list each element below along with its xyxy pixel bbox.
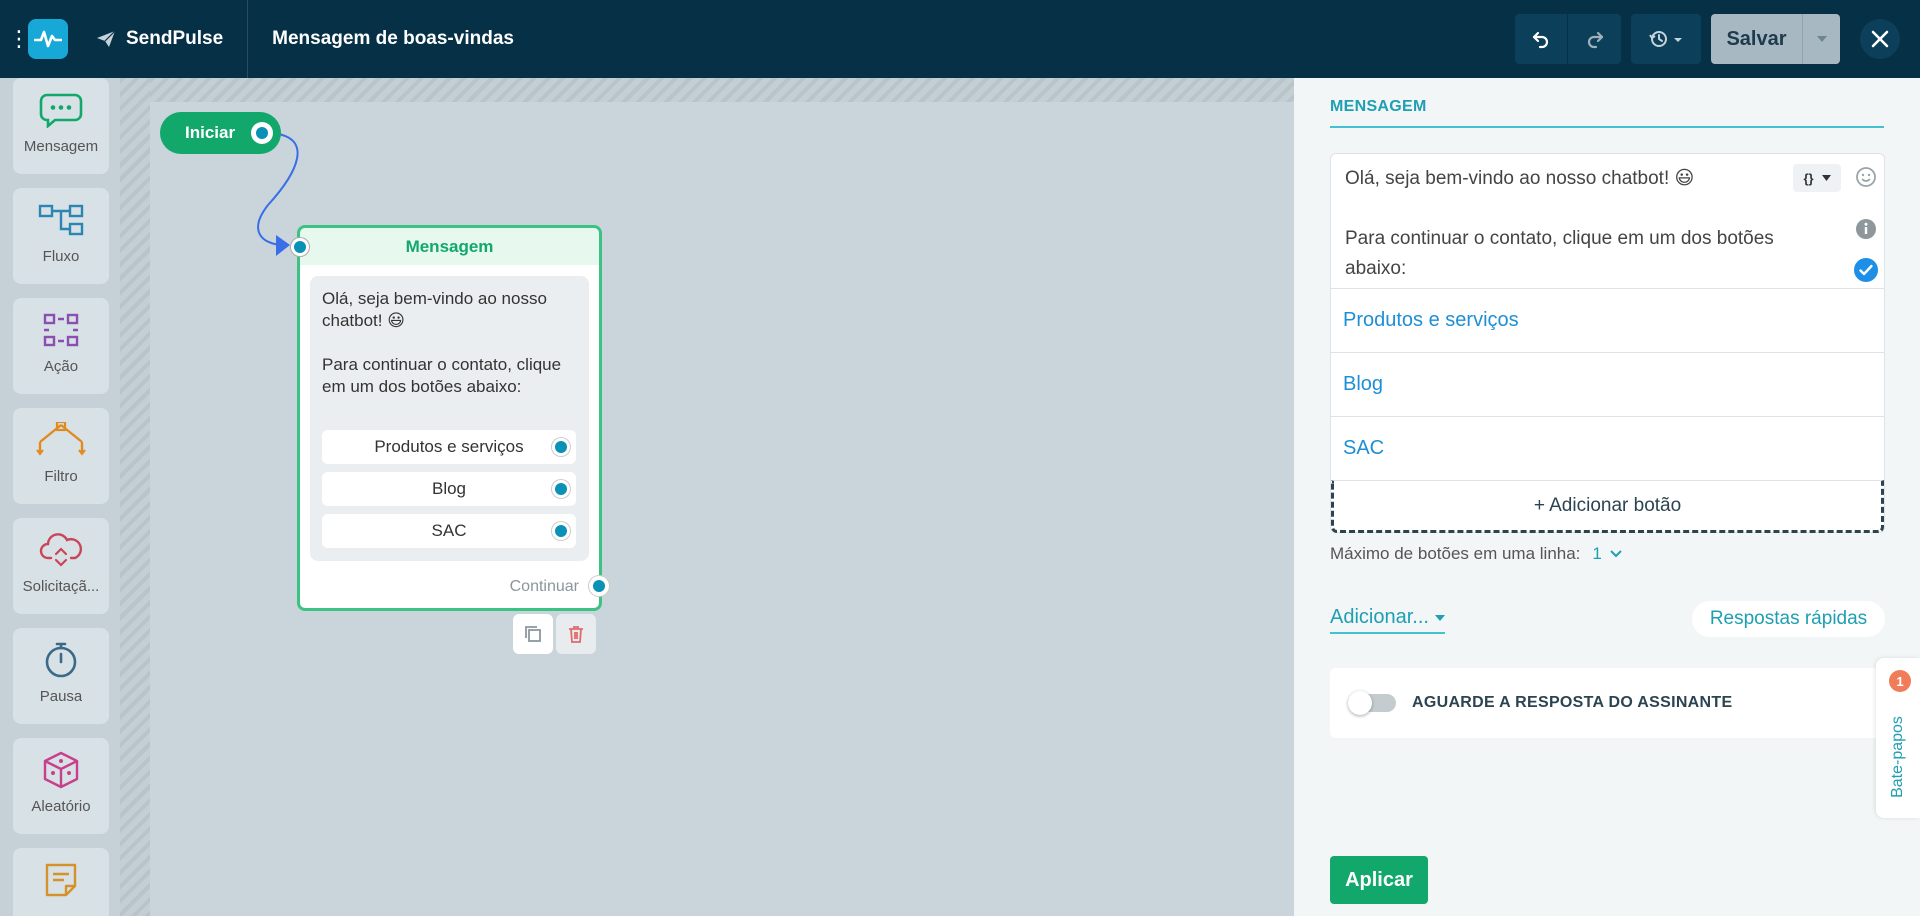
wait-response-toggle[interactable] [1348,691,1396,715]
message-textarea[interactable]: Olá, seja bem-vindo ao nosso chatbot! 😃 … [1345,164,1795,284]
node-input-port[interactable] [291,238,309,256]
node-message-text: Olá, seja bem-vindo ao nosso chatbot! 😃 … [322,289,562,396]
variables-button[interactable]: {} [1793,164,1841,192]
chats-side-tab[interactable]: 1 Bate-papos [1876,658,1920,818]
node-continue-port[interactable] [589,576,609,596]
start-node[interactable]: Iniciar [160,112,281,154]
message-button-produtos[interactable]: Produtos e serviços [1331,288,1884,352]
copy-icon [525,626,541,642]
smiley-icon [1856,167,1876,187]
variables-label: {} [1803,170,1814,186]
message-node[interactable]: Mensagem Olá, seja bem-vindo ao nosso ch… [291,225,609,611]
node-actions [513,614,596,654]
node-button-port[interactable] [552,480,570,498]
node-message-bubble: Olá, seja bem-vindo ao nosso chatbot! 😃 … [310,276,589,561]
message-editor: Olá, seja bem-vindo ao nosso chatbot! 😃 … [1330,153,1885,533]
start-node-label: Iniciar [185,123,236,142]
max-buttons-row: Máximo de botões em uma linha: 1 [1330,544,1622,564]
trash-icon [569,626,583,643]
start-output-port[interactable] [251,122,273,144]
emoji-button[interactable] [1855,166,1877,193]
quick-replies-button[interactable]: Respostas rápidas [1692,601,1885,637]
node-button-label: Blog [431,479,467,498]
node-button[interactable]: SAC [322,514,576,548]
info-button[interactable] [1855,218,1877,245]
chevron-down-icon [1434,614,1445,621]
chats-badge: 1 [1889,670,1911,692]
chevron-down-icon [1610,550,1622,558]
max-buttons-value: 1 [1592,544,1602,563]
node-button[interactable]: Blog [322,472,576,506]
check-circle-icon [1854,258,1878,282]
node-title: Mensagem [300,228,599,265]
node-continue-label: Continuar [509,578,579,595]
node-button[interactable]: Produtos e serviços [322,430,576,464]
add-button-button[interactable]: + Adicionar botão [1331,480,1884,533]
message-button-blog[interactable]: Blog [1331,352,1884,416]
max-buttons-label: Máximo de botões em uma linha: [1330,544,1581,563]
settings-panel: MENSAGEM Olá, seja bem-vindo ao nosso ch… [1294,78,1920,916]
chats-label: Bate-papos [1889,716,1906,798]
node-button-port[interactable] [552,438,570,456]
tab-mensagem[interactable]: MENSAGEM [1330,98,1884,128]
chevron-down-icon [1821,175,1831,181]
delete-node-button[interactable] [556,614,596,654]
duplicate-node-button[interactable] [513,614,553,654]
wait-response-label: AGUARDE A RESPOSTA DO ASSINANTE [1412,694,1733,711]
info-icon [1856,219,1876,239]
node-button-label: SAC [431,521,467,540]
wait-response-section: AGUARDE A RESPOSTA DO ASSINANTE [1330,668,1886,738]
message-button-sac[interactable]: SAC [1331,416,1884,480]
max-buttons-select[interactable]: 1 [1592,544,1622,564]
apply-button[interactable]: Aplicar [1330,856,1428,904]
node-button-port[interactable] [552,522,570,540]
chats-label-wrap: Bate-papos [1876,698,1920,816]
spellcheck-button[interactable] [1853,257,1879,288]
node-button-label: Produtos e serviços [374,437,524,456]
add-content-dropdown[interactable]: Adicionar... [1330,606,1445,634]
add-content-label: Adicionar... [1330,606,1429,628]
